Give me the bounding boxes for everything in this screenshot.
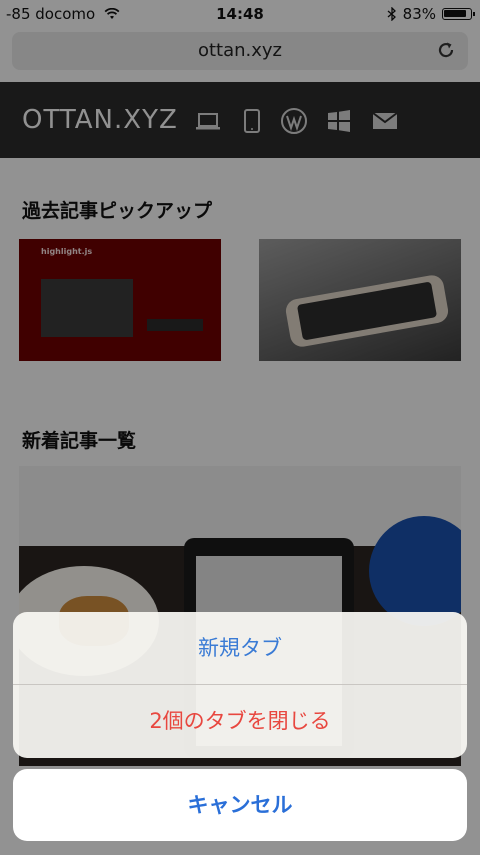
new-tab-button[interactable]: 新規タブ xyxy=(13,612,467,684)
action-sheet: 新規タブ 2個のタブを閉じる xyxy=(13,612,467,758)
close-tabs-button[interactable]: 2個のタブを閉じる xyxy=(13,685,467,757)
cancel-button[interactable]: キャンセル xyxy=(13,769,467,841)
